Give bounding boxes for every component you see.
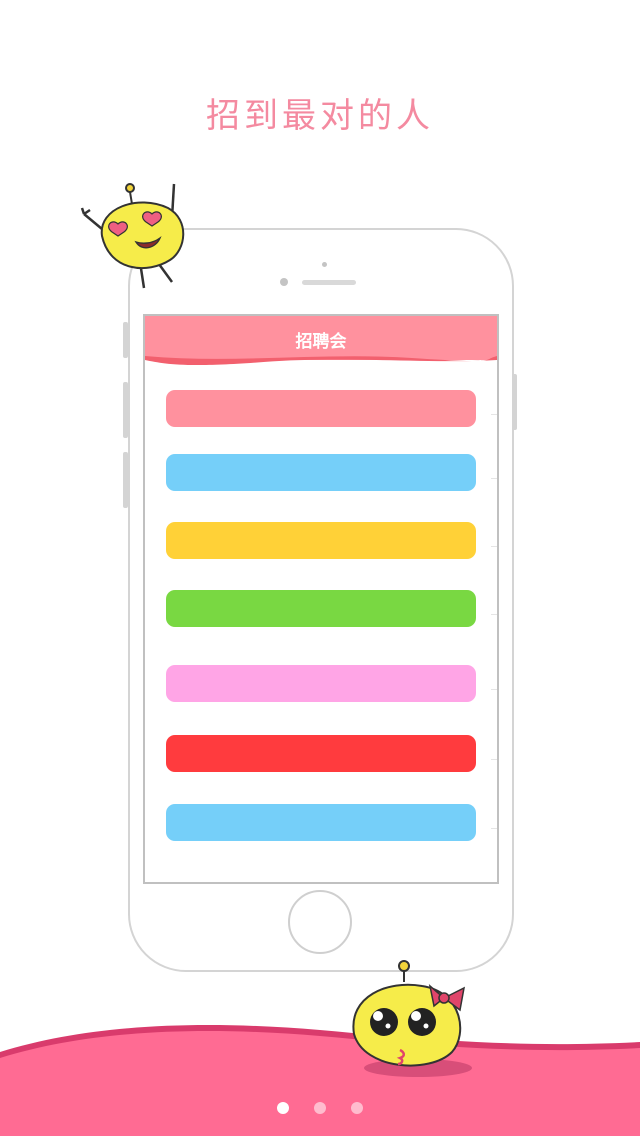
page-dot[interactable]	[314, 1102, 326, 1114]
heart-eyes-mascot-icon	[80, 183, 185, 289]
page-dot[interactable]	[277, 1102, 289, 1114]
row-separator	[491, 828, 497, 829]
row-separator	[491, 614, 497, 615]
color-bar[interactable]	[166, 735, 476, 772]
bar-list	[145, 316, 497, 882]
speaker-grille	[302, 280, 356, 285]
pink-ground	[0, 1025, 640, 1136]
color-bar[interactable]	[166, 590, 476, 627]
color-bar[interactable]	[166, 454, 476, 491]
row-separator	[491, 689, 497, 690]
color-bar[interactable]	[166, 804, 476, 841]
row-separator	[491, 759, 497, 760]
volume-down-button	[123, 452, 128, 508]
color-bar[interactable]	[166, 390, 476, 427]
camera-icon	[280, 278, 288, 286]
sensor-icon	[322, 262, 327, 267]
row-separator	[491, 546, 497, 547]
color-bar[interactable]	[166, 665, 476, 702]
headline: 招到最对的人	[206, 96, 434, 136]
phone-screen: 招聘会	[143, 314, 499, 884]
power-button	[512, 374, 517, 430]
home-button[interactable]	[288, 890, 352, 954]
color-bar[interactable]	[166, 522, 476, 559]
nav-title: 招聘会	[295, 332, 347, 352]
nav-bar: 招聘会	[145, 316, 497, 366]
row-separator	[491, 478, 497, 479]
nav-wave	[145, 356, 497, 366]
mute-switch	[123, 322, 128, 358]
row-separator	[491, 414, 497, 415]
bow-mascot-icon	[352, 960, 472, 1077]
volume-up-button	[123, 382, 128, 438]
page-indicator[interactable]	[0, 1102, 640, 1116]
page-dot[interactable]	[351, 1102, 363, 1114]
